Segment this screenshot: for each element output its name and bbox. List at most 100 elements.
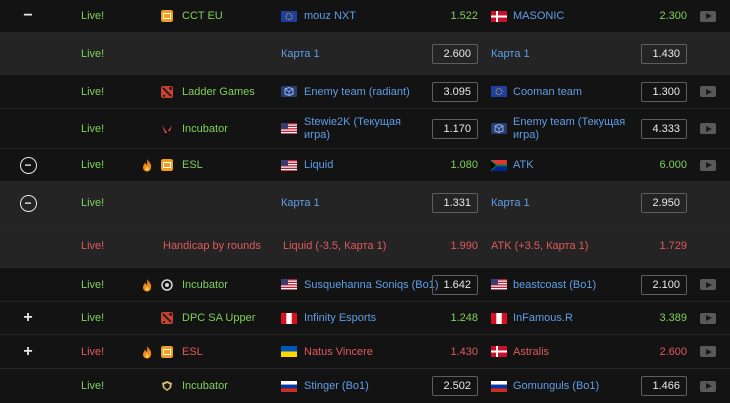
map1-odds-button[interactable]: 1.331: [432, 182, 478, 224]
league-name[interactable]: Incubator: [182, 369, 228, 403]
team2-name[interactable]: beastcoast (Bo1): [513, 268, 596, 301]
handicap-odds2[interactable]: 1.729: [641, 225, 687, 267]
plus-icon[interactable]: +: [0, 335, 56, 368]
odds-value[interactable]: 1.170: [432, 118, 478, 139]
live-status: Live!: [81, 312, 105, 324]
team2-odds[interactable]: 3.389: [641, 302, 687, 334]
odds-value[interactable]: 2.950: [641, 193, 687, 213]
odds-value[interactable]: 4.333: [641, 118, 687, 139]
team2-odds[interactable]: 2.600: [641, 335, 687, 368]
team2-name[interactable]: InFamous.R: [513, 302, 573, 334]
league-name[interactable]: DPC SA Upper: [182, 302, 255, 334]
odds-value[interactable]: 2.502: [432, 376, 478, 396]
team1-odds-button[interactable]: 1.170: [432, 109, 478, 148]
map2-odds-button[interactable]: 2.950: [641, 182, 687, 224]
team2-odds-button[interactable]: 1.466: [641, 369, 687, 403]
league-name[interactable]: Incubator: [182, 268, 228, 301]
usa-flag-icon: [491, 268, 507, 301]
odds-value[interactable]: 1.331: [432, 193, 478, 213]
team2-odds[interactable]: 6.000: [641, 149, 687, 181]
odds-value[interactable]: 2.600: [432, 43, 478, 64]
dota-icon: [160, 75, 174, 108]
match-row[interactable]: Live! Ladder Games Enemy team (radiant) …: [0, 75, 730, 109]
odds-value[interactable]: 1.300: [641, 81, 687, 102]
team2-name[interactable]: Gomunguls (Bo1): [513, 369, 599, 403]
play-video-icon[interactable]: [700, 335, 716, 368]
fire-icon: [140, 149, 154, 181]
live-status: Live!: [81, 197, 105, 209]
minus-icon[interactable]: −: [19, 156, 37, 174]
team1-name[interactable]: Susquehanna Soniqs (Bo1): [304, 268, 439, 301]
map1-odds-button[interactable]: 2.600: [432, 33, 478, 74]
play-video-icon[interactable]: [700, 109, 716, 148]
map-row[interactable]: Live! Карта 1 2.600 Карта 1 1.430: [0, 33, 730, 75]
match-row[interactable]: − Live! ESL Liquid 1.080 ATK 6.000: [0, 149, 730, 182]
team1-odds-button[interactable]: 1.642: [432, 268, 478, 301]
team2-name[interactable]: ATK: [513, 149, 534, 181]
minus-icon[interactable]: −: [0, 0, 56, 32]
play-video-icon[interactable]: [700, 302, 716, 334]
play-video-icon[interactable]: [700, 369, 716, 403]
team2-odds-button[interactable]: 1.300: [641, 75, 687, 108]
team1-name[interactable]: Enemy team (radiant): [304, 75, 410, 108]
handicap-team2[interactable]: ATK (+3.5, Карта 1): [491, 225, 588, 267]
odds-value[interactable]: 3.095: [432, 81, 478, 102]
league-name[interactable]: Incubator: [182, 109, 228, 148]
plus-icon[interactable]: +: [0, 302, 56, 334]
league-name[interactable]: ESL: [182, 335, 203, 368]
league-name[interactable]: CCT EU: [182, 0, 223, 32]
live-status: Live!: [81, 380, 105, 392]
team1-name[interactable]: Liquid: [304, 149, 333, 181]
odds-value[interactable]: 1.642: [432, 274, 478, 295]
handicap-team1[interactable]: Liquid (-3.5, Карта 1): [283, 225, 386, 267]
team2-odds-button[interactable]: 4.333: [641, 109, 687, 148]
usa-flag-icon: [281, 268, 297, 301]
team2-odds-button[interactable]: 2.100: [641, 268, 687, 301]
play-video-icon[interactable]: [700, 149, 716, 181]
team2-name[interactable]: MASONIC: [513, 0, 564, 32]
team1-name[interactable]: Stinger (Bo1): [304, 369, 369, 403]
team2-name[interactable]: Astralis: [513, 335, 549, 368]
match-row[interactable]: Live! Incubator Susquehanna Soniqs (Bo1)…: [0, 268, 730, 302]
team1-odds[interactable]: 1.248: [432, 302, 478, 334]
match-row[interactable]: − Live! CCT EU mouz NXT 1.522 MASONIC 2.…: [0, 0, 730, 33]
team1-name[interactable]: Natus Vincere: [304, 335, 373, 368]
match-row[interactable]: Live! Incubator Stewie2K (Текущая игра) …: [0, 109, 730, 149]
odds-value[interactable]: 1.466: [641, 376, 687, 396]
live-status: Live!: [81, 345, 105, 358]
match-row[interactable]: + Live! DPC SA Upper Infinity Esports 1.…: [0, 302, 730, 335]
team2-name[interactable]: Enemy team (Текущая игра): [513, 109, 631, 148]
collapse-button[interactable]: −: [0, 182, 56, 224]
team1-odds[interactable]: 1.080: [432, 149, 478, 181]
team1-odds[interactable]: 1.522: [432, 0, 478, 32]
team2-odds[interactable]: 2.300: [641, 0, 687, 32]
play-video-icon[interactable]: [700, 75, 716, 108]
usa-flag-icon: [281, 109, 297, 148]
map2-odds-button[interactable]: 1.430: [641, 33, 687, 74]
odds-value[interactable]: 2.100: [641, 274, 687, 295]
team1-odds-button[interactable]: 2.502: [432, 369, 478, 403]
team1-odds-button[interactable]: 3.095: [432, 75, 478, 108]
team1-name[interactable]: Stewie2K (Текущая игра): [304, 109, 424, 148]
league-name[interactable]: Ladder Games: [182, 75, 255, 108]
league-name[interactable]: ESL: [182, 149, 203, 181]
handicap-odds1[interactable]: 1.990: [432, 225, 478, 267]
team2-name[interactable]: Cooman team: [513, 75, 582, 108]
team1-name[interactable]: Infinity Esports: [304, 302, 376, 334]
live-status: Live!: [81, 159, 105, 171]
russia-flag-icon: [491, 369, 507, 403]
collapse-button[interactable]: −: [0, 149, 56, 181]
play-video-icon[interactable]: [700, 0, 716, 32]
odds-value[interactable]: 1.430: [641, 43, 687, 64]
map-row[interactable]: − Live! Карта 1 1.331 Карта 1 2.950: [0, 182, 730, 225]
match-row[interactable]: Live! Incubator Stinger (Bo1) 2.502 Gomu…: [0, 369, 730, 403]
fire-icon: [140, 335, 154, 368]
team1-name[interactable]: mouz NXT: [304, 0, 356, 32]
dota-icon: [160, 302, 174, 334]
play-video-icon[interactable]: [700, 268, 716, 301]
minus-icon[interactable]: −: [19, 194, 37, 212]
match-row[interactable]: + Live! ESL Natus Vincere 1.430 Astralis…: [0, 335, 730, 369]
denmark-flag-icon: [491, 335, 507, 368]
handicap-row[interactable]: Live! Handicap by rounds Liquid (-3.5, К…: [0, 225, 730, 268]
team1-odds[interactable]: 1.430: [432, 335, 478, 368]
